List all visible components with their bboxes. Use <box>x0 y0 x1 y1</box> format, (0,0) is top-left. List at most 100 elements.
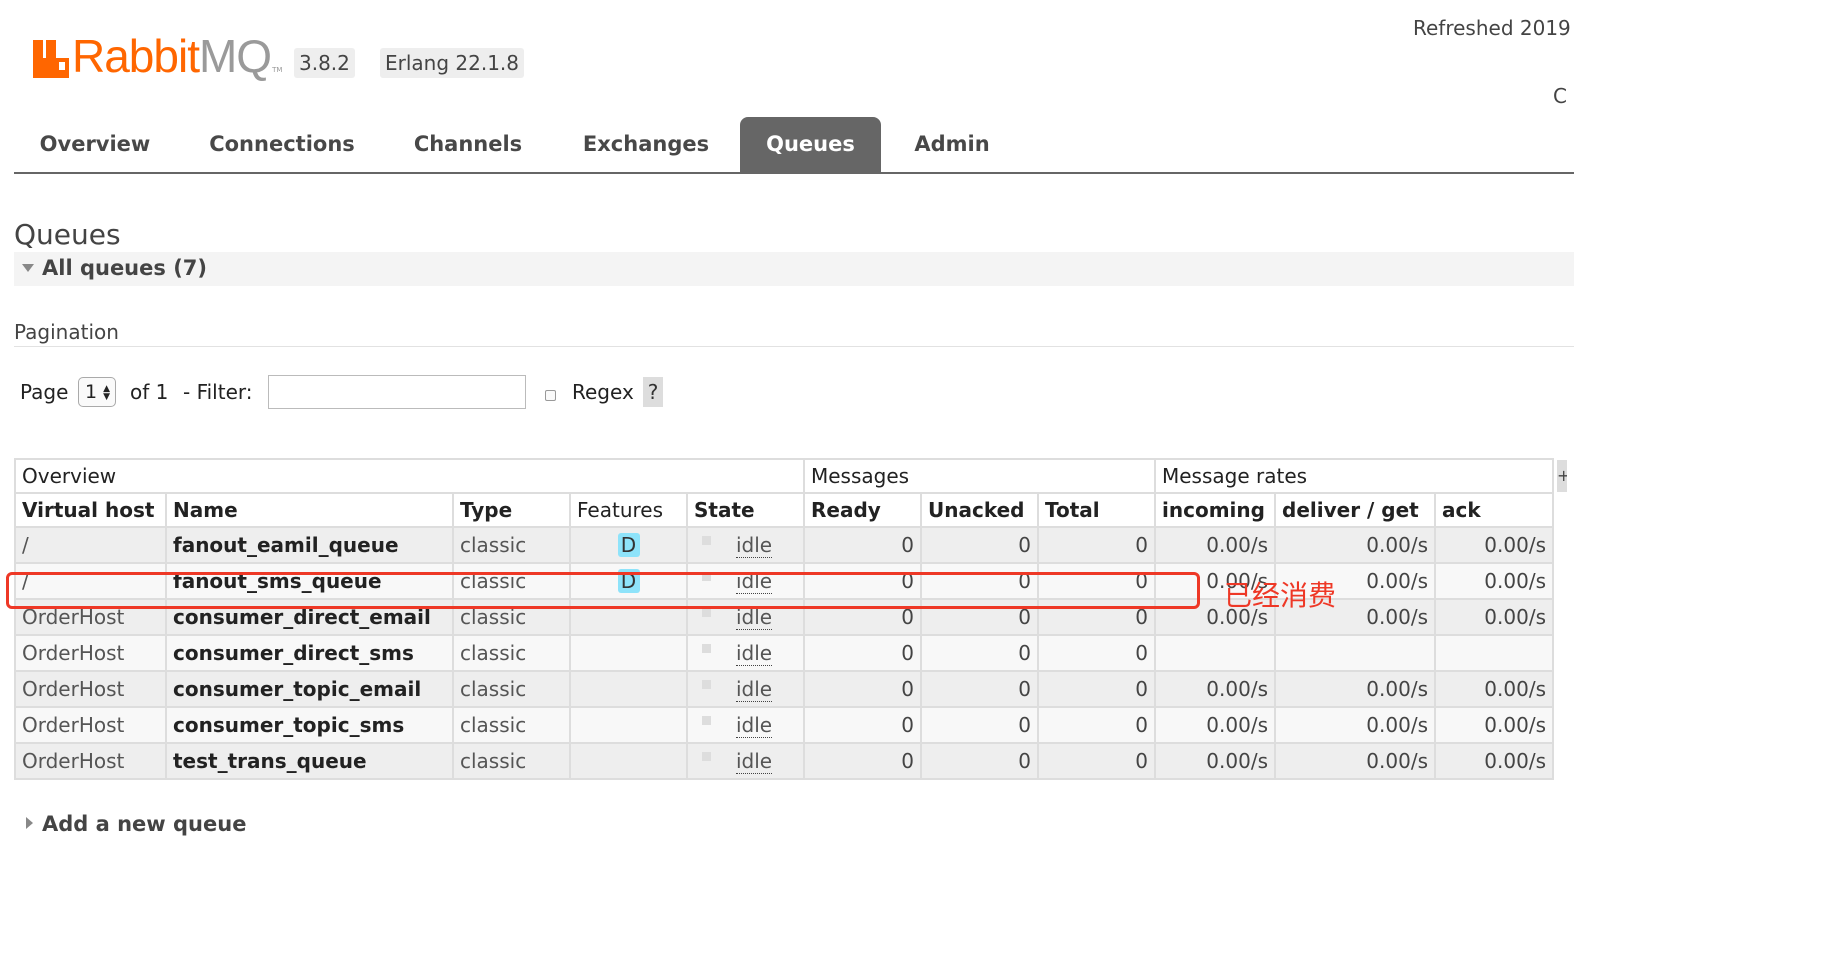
col-ack[interactable]: ack <box>1434 492 1554 528</box>
cell-unacked: 0 <box>920 706 1039 744</box>
rabbitmq-logo[interactable]: RabbitMQ TM <box>33 30 283 82</box>
filter-input[interactable] <box>268 375 526 409</box>
queue-name-link[interactable]: consumer_topic_sms <box>165 706 454 744</box>
cell-vhost: OrderHost <box>14 706 167 744</box>
add-new-queue-toggle[interactable]: Add a new queue <box>14 812 246 836</box>
cell-ready: 0 <box>803 526 922 564</box>
cell-unacked: 0 <box>920 670 1039 708</box>
cell-ack: 0.00/s <box>1434 670 1554 708</box>
col-virtual-host[interactable]: Virtual host <box>14 492 167 528</box>
col-deliver-get[interactable]: deliver / get <box>1274 492 1436 528</box>
col-state[interactable]: State <box>686 492 805 528</box>
cluster-label-partial: C <box>1553 84 1567 108</box>
queues-table: Overview Messages Message rates Virtual … <box>14 458 1554 780</box>
col-incoming[interactable]: incoming <box>1154 492 1276 528</box>
table-row: / fanout_eamil_queue classic D idle 0 0 … <box>14 526 1554 564</box>
state-indicator-icon <box>702 536 711 545</box>
col-ready[interactable]: Ready <box>803 492 922 528</box>
col-type[interactable]: Type <box>452 492 571 528</box>
logo-wordmark: RabbitMQ <box>72 30 272 82</box>
table-row: OrderHost consumer_direct_sms classic id… <box>14 634 1554 672</box>
refreshed-status: Refreshed 2019 <box>1413 16 1571 40</box>
col-name[interactable]: Name <box>165 492 454 528</box>
regex-checkbox[interactable] <box>545 390 556 401</box>
cell-incoming <box>1154 634 1276 672</box>
cell-unacked: 0 <box>920 526 1039 564</box>
cell-vhost: / <box>14 526 167 564</box>
col-total[interactable]: Total <box>1037 492 1156 528</box>
cell-ack: 0.00/s <box>1434 706 1554 744</box>
cell-state: idle <box>686 742 805 780</box>
tab-channels[interactable]: Channels <box>399 117 537 172</box>
tab-exchanges[interactable]: Exchanges <box>567 117 725 172</box>
cell-features <box>569 634 688 672</box>
all-queues-section-header[interactable]: All queues (7) <box>14 252 1574 286</box>
cell-type: classic <box>452 634 571 672</box>
cell-type: classic <box>452 526 571 564</box>
logo-trademark: TM <box>272 66 283 74</box>
column-options-button[interactable]: + <box>1557 460 1567 492</box>
cell-deliver-get: 0.00/s <box>1274 706 1436 744</box>
main-nav-tabs: Overview Connections Channels Exchanges … <box>14 117 1574 174</box>
durable-badge: D <box>617 533 640 557</box>
state-indicator-icon <box>702 752 711 761</box>
group-header-messages: Messages <box>803 458 1156 494</box>
cell-state: idle <box>686 526 805 564</box>
cell-state: idle <box>686 670 805 708</box>
cell-total: 0 <box>1037 742 1156 780</box>
tab-connections[interactable]: Connections <box>197 117 367 172</box>
cell-unacked: 0 <box>920 634 1039 672</box>
cell-incoming: 0.00/s <box>1154 706 1276 744</box>
cell-ready: 0 <box>803 742 922 780</box>
cell-incoming: 0.00/s <box>1154 526 1276 564</box>
page-label: Page <box>20 380 69 404</box>
pagination-heading: Pagination <box>14 320 119 344</box>
page-select[interactable]: 1 ▲ ▼ <box>78 377 116 407</box>
filter-label: - Filter: <box>183 380 253 404</box>
regex-label: Regex <box>572 380 634 404</box>
cell-type: classic <box>452 742 571 780</box>
cell-features <box>569 742 688 780</box>
cell-ack <box>1434 634 1554 672</box>
cell-state: idle <box>686 706 805 744</box>
queue-name-link[interactable]: consumer_direct_sms <box>165 634 454 672</box>
table-row: OrderHost test_trans_queue classic idle … <box>14 742 1554 780</box>
cell-features <box>569 670 688 708</box>
queue-name-link[interactable]: test_trans_queue <box>165 742 454 780</box>
cell-total: 0 <box>1037 634 1156 672</box>
annotation-text: 已经消费 <box>1224 579 1337 612</box>
cell-ready: 0 <box>803 670 922 708</box>
cell-ready: 0 <box>803 634 922 672</box>
cell-deliver-get: 0.00/s <box>1274 742 1436 780</box>
cell-unacked: 0 <box>920 742 1039 780</box>
cell-state: idle <box>686 634 805 672</box>
queue-name-link[interactable]: fanout_eamil_queue <box>165 526 454 564</box>
cell-type: classic <box>452 706 571 744</box>
cell-ack: 0.00/s <box>1434 562 1554 600</box>
state-indicator-icon <box>702 716 711 725</box>
col-features: Features <box>569 492 688 528</box>
state-indicator-icon <box>702 644 711 653</box>
cell-total: 0 <box>1037 670 1156 708</box>
tab-overview[interactable]: Overview <box>24 117 166 172</box>
annotation-highlight-box <box>6 572 1200 609</box>
pagination-divider <box>14 346 1574 347</box>
rabbitmq-management-page: RabbitMQ TM 3.8.2 Erlang 22.1.8 Refreshe… <box>0 0 1822 968</box>
regex-help-button[interactable]: ? <box>643 377 663 407</box>
col-unacked[interactable]: Unacked <box>920 492 1039 528</box>
rabbit-logo-icon <box>33 40 69 78</box>
cell-total: 0 <box>1037 706 1156 744</box>
cell-vhost: OrderHost <box>14 742 167 780</box>
group-header-overview: Overview <box>14 458 805 494</box>
cell-type: classic <box>452 670 571 708</box>
tab-admin[interactable]: Admin <box>899 117 1005 172</box>
table-row: OrderHost consumer_topic_email classic i… <box>14 670 1554 708</box>
cell-total: 0 <box>1037 526 1156 564</box>
cell-deliver-get: 0.00/s <box>1274 526 1436 564</box>
erlang-version-badge: Erlang 22.1.8 <box>380 48 525 78</box>
queue-name-link[interactable]: consumer_topic_email <box>165 670 454 708</box>
cell-ready: 0 <box>803 706 922 744</box>
cell-deliver-get: 0.00/s <box>1274 670 1436 708</box>
cell-incoming: 0.00/s <box>1154 670 1276 708</box>
tab-queues[interactable]: Queues <box>740 117 881 172</box>
